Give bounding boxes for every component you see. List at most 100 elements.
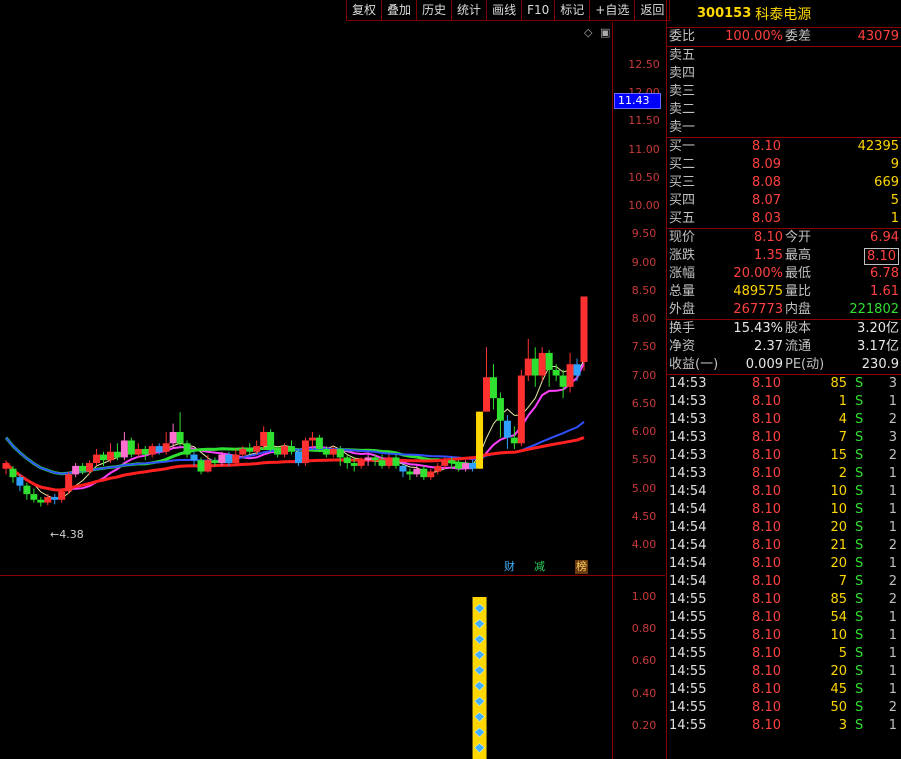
order-diff-label: 委差: [785, 29, 812, 44]
tick-side: S: [855, 718, 864, 733]
tick-row[interactable]: 14:55 8.10 20 S 1: [667, 663, 901, 681]
price-axis-label: 5.00: [631, 481, 657, 495]
tick-row[interactable]: 14:55 8.10 45 S 1: [667, 681, 901, 699]
bids-price: 8.10: [752, 139, 781, 154]
tick-price: 8.10: [752, 466, 781, 481]
tick-row[interactable]: 14:54 8.10 7 S 2: [667, 573, 901, 591]
tick-side: S: [855, 700, 864, 715]
tick-volume: 54: [830, 610, 847, 625]
tick-time: 14:55: [669, 628, 707, 643]
indicator-chart[interactable]: [0, 0, 612, 759]
stat-label: 量比: [785, 284, 812, 299]
stat-value: 8.10: [754, 230, 783, 245]
bids-price: 8.03: [752, 211, 781, 226]
tick-row[interactable]: 14:53 8.10 85 S 3: [667, 375, 901, 393]
tick-side: S: [855, 376, 864, 391]
bids-label: 买一: [669, 139, 696, 154]
stats2-row: 净资 2.37 流通 3.17亿: [667, 338, 901, 356]
tick-row[interactable]: 14:54 8.10 10 S 1: [667, 483, 901, 501]
tick-side: S: [855, 502, 864, 517]
tick-row[interactable]: 14:54 8.10 10 S 1: [667, 501, 901, 519]
price-axis-label: 10.50: [628, 170, 660, 184]
chart-toolbar: 复权 叠加 历史 统计 画线 F10 标记 +自选 返回: [346, 0, 671, 22]
stat-label: 现价: [669, 230, 696, 245]
tick-row[interactable]: 14:53 8.10 4 S 2: [667, 411, 901, 429]
tick-row[interactable]: 14:55 8.10 54 S 1: [667, 609, 901, 627]
tick-row[interactable]: 14:53 8.10 1 S 1: [667, 393, 901, 411]
asks-label: 卖二: [669, 102, 696, 117]
tick-row[interactable]: 14:55 8.10 5 S 1: [667, 645, 901, 663]
f10-button[interactable]: F10: [521, 0, 556, 21]
tick-row[interactable]: 14:53 8.10 7 S 3: [667, 429, 901, 447]
tick-side: S: [855, 484, 864, 499]
overlay-button[interactable]: 叠加: [381, 0, 418, 21]
tick-list[interactable]: 14:53 8.10 85 S 3 14:53 8.10 1 S 1 14:53 8.10 4 S 2 14:…: [667, 375, 901, 735]
tick-row[interactable]: 14:55 8.10 85 S 2: [667, 591, 901, 609]
tick-count: 3: [888, 430, 897, 445]
asks-label: 卖四: [669, 66, 696, 81]
tick-count: 1: [888, 646, 897, 661]
tick-time: 14:55: [669, 700, 707, 715]
tick-row[interactable]: 14:54 8.10 20 S 1: [667, 519, 901, 537]
price-axis-label: 8.00: [631, 312, 657, 326]
price-axis-label: 7.50: [631, 340, 657, 354]
tick-volume: 15: [830, 448, 847, 463]
stock-code: 300153: [697, 6, 752, 21]
order-diff-value: 43079: [857, 29, 899, 44]
stock-header: 300153 科泰电源: [667, 0, 901, 28]
fundamental-stats: 换手 15.43% 股本 3.20亿 净资 2.37 流通 3.17亿 收益(一) 0.009 PE…: [667, 320, 901, 374]
statistics-button[interactable]: 统计: [451, 0, 488, 21]
bids-label: 买五: [669, 211, 696, 226]
tick-volume: 20: [830, 520, 847, 535]
tick-row[interactable]: 14:55 8.10 3 S 1: [667, 717, 901, 735]
restore-rights-button[interactable]: 复权: [346, 0, 383, 21]
tick-count: 2: [888, 448, 897, 463]
tick-count: 1: [888, 628, 897, 643]
finance-tag[interactable]: 财: [503, 560, 516, 574]
stat-label: 净资: [669, 339, 696, 354]
tick-row[interactable]: 14:53 8.10 2 S 1: [667, 465, 901, 483]
stat-value: 6.78: [870, 266, 899, 281]
tick-row[interactable]: 14:54 8.10 21 S 2: [667, 537, 901, 555]
indicator-axis-label: 0.60: [631, 654, 657, 668]
tick-row[interactable]: 14:55 8.10 10 S 1: [667, 627, 901, 645]
tick-time: 14:55: [669, 610, 707, 625]
stat-value: 230.9: [861, 357, 899, 372]
stat-label: 今开: [785, 230, 812, 245]
tick-time: 14:53: [669, 466, 707, 481]
ranking-tag[interactable]: 榜: [575, 560, 588, 574]
diamond-icon[interactable]: ◇: [584, 26, 592, 39]
price-stats: 现价 8.10 今开 6.94 涨跌 1.35 最高 8.10 涨幅 20.00% 最低 6.78 总量…: [667, 229, 901, 319]
tick-price: 8.10: [752, 718, 781, 733]
tick-row[interactable]: 14:54 8.10 20 S 1: [667, 555, 901, 573]
tick-price: 8.10: [752, 394, 781, 409]
tick-count: 2: [888, 592, 897, 607]
tick-side: S: [855, 538, 864, 553]
tick-price: 8.10: [752, 520, 781, 535]
bid-list: 买一 8.10 42395 买二 8.09 9 买三 8.08 669 买四 8.07 5 买五 8.03…: [667, 138, 901, 228]
add-watchlist-button[interactable]: +自选: [589, 0, 636, 21]
history-button[interactable]: 历史: [416, 0, 453, 21]
tick-count: 2: [888, 700, 897, 715]
draw-line-button[interactable]: 画线: [486, 0, 523, 21]
stat-label: 涨跌: [669, 248, 696, 263]
bids-price: 8.09: [752, 157, 781, 172]
tick-row[interactable]: 14:53 8.10 15 S 2: [667, 447, 901, 465]
reduce-tag[interactable]: 减: [533, 560, 546, 574]
tick-price: 8.10: [752, 412, 781, 427]
back-button[interactable]: 返回: [634, 0, 671, 21]
stat-value: 2.37: [754, 339, 783, 354]
current-price-tag: 11.43: [614, 93, 661, 109]
tick-row[interactable]: 14:55 8.10 50 S 2: [667, 699, 901, 717]
price-axis-label: 4.00: [631, 538, 657, 551]
kline-chart-area[interactable]: 12.5012.0011.5011.0010.5010.009.509.008.…: [0, 0, 665, 759]
tick-price: 8.10: [752, 628, 781, 643]
mark-button[interactable]: 标记: [554, 0, 591, 21]
window-icon[interactable]: ▣: [600, 26, 610, 39]
tick-volume: 20: [830, 556, 847, 571]
tick-side: S: [855, 448, 864, 463]
tick-count: 1: [888, 610, 897, 625]
indicator-axis-label: 0.20: [631, 718, 657, 732]
price-axis-label: 9.50: [631, 227, 657, 241]
price-axis-label: 10.00: [628, 199, 660, 213]
